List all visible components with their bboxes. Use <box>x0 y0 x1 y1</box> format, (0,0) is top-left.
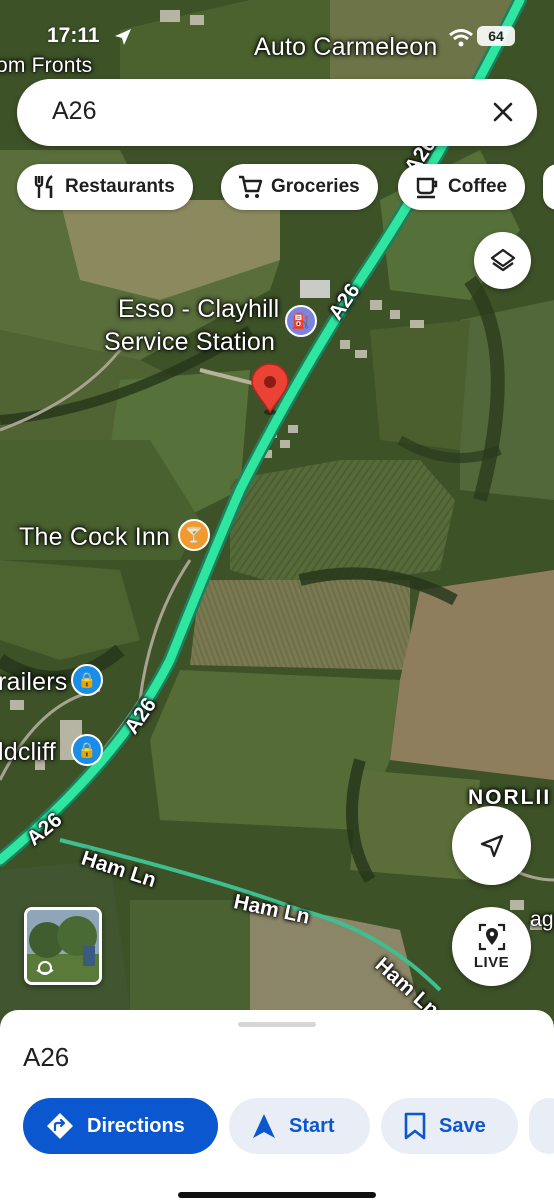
ar-pin-icon <box>478 923 505 951</box>
more-actions-button[interactable] <box>529 1098 554 1154</box>
place-label-cock-inn[interactable]: The Cock Inn <box>19 523 170 552</box>
field <box>130 900 250 1010</box>
chip-label: Restaurants <box>65 176 175 197</box>
place-label-fronts[interactable]: om Fronts <box>0 54 92 78</box>
start-label: Start <box>289 1114 335 1137</box>
place-label-esso-line1[interactable]: Esso - Clayhill <box>118 295 279 324</box>
directions-label: Directions <box>87 1114 185 1137</box>
search-bar[interactable]: A26 <box>17 79 537 146</box>
place-label-oldcliff[interactable]: ldcliff <box>0 738 56 767</box>
chip-more[interactable] <box>543 164 554 210</box>
search-query[interactable]: A26 <box>52 97 96 126</box>
fuel-station-icon[interactable]: ⛽ <box>285 305 317 337</box>
bar-icon[interactable]: 🍸 <box>178 519 210 551</box>
place-title: A26 <box>23 1042 70 1072</box>
chip-label: Coffee <box>448 176 508 197</box>
street-view-image <box>27 910 99 982</box>
chip-coffee[interactable]: Coffee <box>398 164 526 210</box>
field <box>0 560 140 660</box>
navigation-arrow-icon <box>253 1114 275 1138</box>
directions-button[interactable]: Directions <box>23 1098 218 1154</box>
layers-button[interactable] <box>474 232 531 289</box>
bookmark-icon <box>404 1112 426 1140</box>
wifi-icon <box>449 29 473 47</box>
my-location-button[interactable] <box>452 806 531 885</box>
coffee-cup-icon <box>416 177 438 199</box>
save-label: Save <box>439 1114 486 1137</box>
clear-search-button[interactable] <box>487 96 519 128</box>
field <box>370 320 470 450</box>
status-time: 17:11 <box>47 24 100 47</box>
home-indicator <box>178 1192 376 1198</box>
navigation-arrow-icon <box>480 834 503 857</box>
shop-bag-icon[interactable]: 🔒 <box>71 664 103 696</box>
live-view-button[interactable]: LIVE <box>452 907 531 986</box>
shop-bag-icon[interactable]: 🔒 <box>71 734 103 766</box>
place-label-esso-line2[interactable]: Service Station <box>104 328 275 357</box>
location-arrow-icon <box>115 29 131 45</box>
battery-indicator: 64 <box>477 26 515 46</box>
chip-label: Groceries <box>271 176 360 197</box>
chip-groceries[interactable]: Groceries <box>221 164 378 210</box>
save-button[interactable]: Save <box>381 1098 518 1154</box>
directions-icon <box>47 1113 73 1139</box>
field <box>460 300 554 500</box>
place-label-trailers[interactable]: railers <box>0 668 67 697</box>
layers-icon <box>490 248 515 271</box>
live-label: LIVE <box>473 954 510 971</box>
start-button[interactable]: Start <box>229 1098 370 1154</box>
chip-restaurants[interactable]: Restaurants <box>17 164 193 210</box>
place-label-auto-carmeleon[interactable]: Auto Carmeleon <box>254 33 437 62</box>
cart-icon <box>239 175 263 198</box>
close-icon <box>493 102 513 122</box>
place-label-ragm[interactable]: agm <box>530 908 554 932</box>
place-bottom-sheet[interactable]: A26 Directions Start Save <box>0 1010 554 1200</box>
fork-knife-icon <box>34 174 53 198</box>
field <box>190 580 410 670</box>
sheet-drag-handle[interactable] <box>238 1022 316 1027</box>
street-view-thumbnail[interactable] <box>24 907 102 985</box>
